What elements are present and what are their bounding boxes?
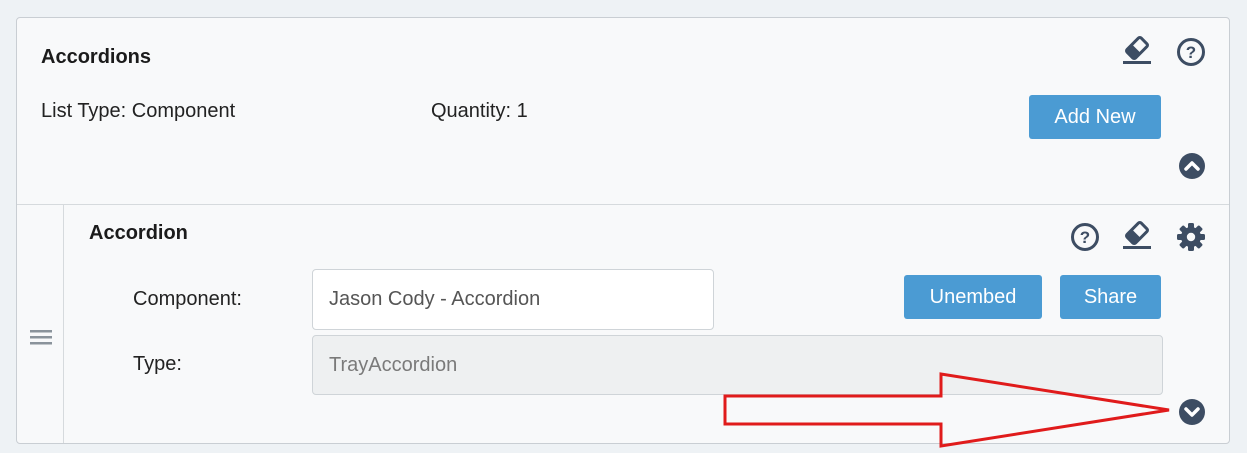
eraser-icon[interactable] xyxy=(1121,221,1153,256)
svg-text:?: ? xyxy=(1186,43,1196,62)
collapse-up-icon[interactable] xyxy=(1178,152,1206,185)
add-new-button[interactable]: Add New xyxy=(1029,95,1161,139)
unembed-button[interactable]: Unembed xyxy=(904,275,1042,319)
drag-handle-column xyxy=(17,205,64,443)
accordions-panel: Accordions ? List Type: Component Quanti… xyxy=(16,17,1230,448)
svg-text:?: ? xyxy=(1080,228,1090,247)
help-icon[interactable]: ? xyxy=(1176,37,1206,72)
accordions-header: Accordions ? List Type: Component Quanti… xyxy=(17,18,1229,204)
annotation-arrow xyxy=(723,372,1173,453)
help-icon[interactable]: ? xyxy=(1070,222,1100,257)
component-field[interactable]: Jason Cody - Accordion xyxy=(312,269,714,330)
expand-down-icon[interactable] xyxy=(1178,398,1206,431)
quantity-text: Quantity: 1 xyxy=(431,100,528,122)
list-type-text: List Type: Component xyxy=(41,100,236,122)
section-divider xyxy=(17,204,1229,205)
section-title: Accordions xyxy=(41,46,152,68)
gear-icon[interactable] xyxy=(1176,222,1206,257)
component-label: Component: xyxy=(133,288,242,310)
share-button[interactable]: Share xyxy=(1060,275,1161,319)
drag-handle-icon[interactable] xyxy=(30,329,52,350)
eraser-icon[interactable] xyxy=(1121,36,1153,71)
item-title: Accordion xyxy=(89,222,188,244)
type-label: Type: xyxy=(133,353,182,375)
